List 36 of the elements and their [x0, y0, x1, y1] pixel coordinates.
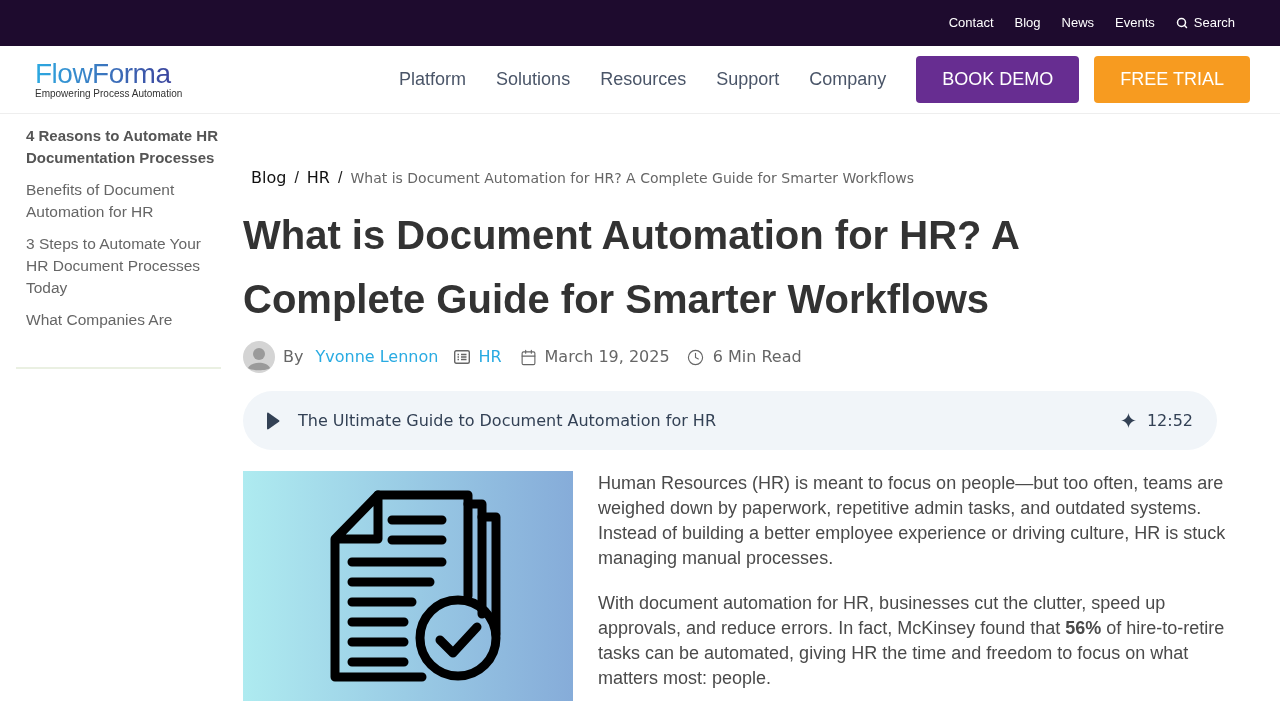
nav-link[interactable]: Support [716, 66, 780, 93]
audio-duration: 12:52 [1146, 409, 1193, 432]
audio-title: The Ultimate Guide to Document Automation for HR [298, 409, 716, 432]
read-time: 6 Min Read [712, 346, 802, 368]
search-icon [1175, 17, 1188, 29]
list-icon [454, 350, 471, 364]
nav-link[interactable]: Solutions [496, 66, 571, 93]
toc-link[interactable]: Benefits of Document Automation for HR [26, 179, 222, 223]
toc-link[interactable]: 4 Reasons to Automate HR Documentation Processes [26, 125, 222, 169]
nav-link[interactable]: Platform [399, 66, 467, 93]
breadcrumb-link[interactable]: Blog [251, 166, 287, 190]
top-bar-link[interactable]: Contact [948, 13, 994, 33]
toc-link[interactable]: What Companies Are [26, 309, 222, 331]
publish-date: March 19, 2025 [544, 346, 670, 368]
nav-link[interactable]: Resources [600, 66, 687, 93]
breadcrumb-separator: / [294, 168, 299, 188]
breadcrumb-link[interactable]: HR [306, 166, 330, 190]
top-bar-link[interactable]: News [1061, 13, 1095, 33]
avatar-icon [243, 341, 275, 373]
calendar-icon [519, 348, 537, 366]
breadcrumb-separator: / [338, 168, 343, 188]
play-button[interactable] [266, 411, 280, 430]
search-link[interactable]: Search [1175, 13, 1235, 33]
top-bar-link[interactable]: Blog [1014, 13, 1041, 33]
toc-link[interactable]: 3 Steps to Automate Your HR Document Processes Today [26, 233, 222, 299]
clock-icon [686, 348, 704, 366]
header-button[interactable]: BOOK DEMO [916, 56, 1080, 103]
top-bar-link[interactable]: Events [1115, 13, 1155, 33]
article-paragraph: With document automation for HR, businesses cut the clutter, speed up approvals, and reduce errors. In fact, McKinsey found that 56% of hire-to-retire tasks can be automated, giving HR the time and freedom to focus on what matters most: people. [598, 592, 1226, 690]
play-icon [266, 411, 280, 430]
article-paragraph: Human Resources (HR) is meant to focus on people—but too often, teams are weighed down by paperwork, repetitive admin tasks, and outdated systems. Instead of building a better employee experience or driving culture, HR is stuck managing manual processes. [598, 472, 1227, 570]
sparkle-icon [1120, 413, 1136, 428]
breadcrumb-current: What is Document Automation for HR? A Complete Guide for Smarter Workflows [350, 168, 915, 188]
nav-link[interactable]: Company [809, 66, 887, 93]
byline-label: By [283, 346, 304, 368]
article-title: What is Document Automation for HR? A Complete Guide for Smarter Workflows [243, 212, 1020, 323]
